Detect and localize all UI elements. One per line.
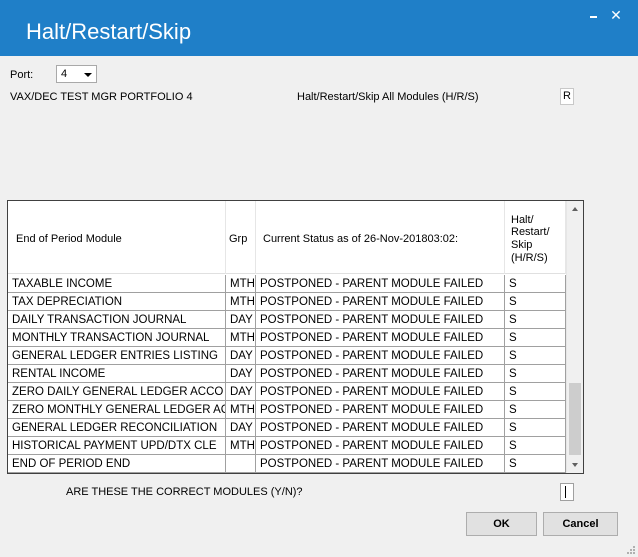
scroll-up-button[interactable] bbox=[567, 201, 583, 218]
cell-module: ZERO DAILY GENERAL LEDGER ACCO bbox=[8, 383, 226, 401]
cell-status: POSTPONED - PARENT MODULE FAILED bbox=[256, 455, 505, 473]
cell-status: POSTPONED - PARENT MODULE FAILED bbox=[256, 347, 505, 365]
header-hrs-line: Halt/ bbox=[511, 214, 534, 226]
cell-status: POSTPONED - PARENT MODULE FAILED bbox=[256, 329, 505, 347]
table-row[interactable]: GENERAL LEDGER RECONCILIATION DAY POSTPO… bbox=[8, 419, 566, 437]
cell-hrs-input[interactable]: S bbox=[505, 437, 566, 455]
table-row[interactable]: GENERAL LEDGER ENTRIES LISTING DAY POSTP… bbox=[8, 347, 566, 365]
cell-grp: MTH bbox=[226, 437, 256, 455]
arrow-down-icon bbox=[572, 463, 578, 467]
table-row[interactable]: RENTAL INCOME DAY POSTPONED - PARENT MOD… bbox=[8, 365, 566, 383]
cell-hrs-input[interactable]: S bbox=[505, 383, 566, 401]
cell-module: HISTORICAL PAYMENT UPD/DTX CLE bbox=[8, 437, 226, 455]
confirm-input[interactable] bbox=[560, 483, 574, 501]
port-value: 4 bbox=[61, 68, 68, 80]
company-label: VAX/DEC TEST MGR PORTFOLIO 4 bbox=[10, 91, 193, 103]
table-row[interactable]: TAX DEPRECIATION MTH POSTPONED - PARENT … bbox=[8, 293, 566, 311]
port-label: Port: bbox=[10, 69, 34, 81]
cell-status: POSTPONED - PARENT MODULE FAILED bbox=[256, 383, 505, 401]
scroll-thumb[interactable] bbox=[569, 383, 581, 455]
cell-hrs-input[interactable]: S bbox=[505, 347, 566, 365]
cell-grp: DAY bbox=[226, 347, 256, 365]
cell-status: POSTPONED - PARENT MODULE FAILED bbox=[256, 365, 505, 383]
cell-module: TAXABLE INCOME bbox=[8, 275, 226, 293]
minimize-icon bbox=[590, 16, 597, 18]
cell-status: POSTPONED - PARENT MODULE FAILED bbox=[256, 419, 505, 437]
header-module-label: End of Period Module bbox=[16, 233, 122, 245]
table-row[interactable]: TAXABLE INCOME MTH POSTPONED - PARENT MO… bbox=[8, 275, 566, 293]
table-row[interactable]: DAILY TRANSACTION JOURNAL DAY POSTPONED … bbox=[8, 311, 566, 329]
minimize-button[interactable] bbox=[584, 6, 604, 24]
cell-module: GENERAL LEDGER RECONCILIATION bbox=[8, 419, 226, 437]
cell-module: END OF PERIOD END bbox=[8, 455, 226, 473]
cell-grp: DAY bbox=[226, 383, 256, 401]
cell-module: ZERO MONTHLY GENERAL LEDGER AC bbox=[8, 401, 226, 419]
modules-grid: End of Period Module Grp Current Status … bbox=[7, 200, 584, 474]
cell-hrs-input[interactable]: S bbox=[505, 401, 566, 419]
arrow-up-icon bbox=[572, 207, 578, 211]
cancel-button[interactable]: Cancel bbox=[543, 512, 618, 536]
cell-hrs-input[interactable]: S bbox=[505, 455, 566, 473]
close-button[interactable]: ✕ bbox=[606, 6, 626, 24]
header-grp-label: Grp bbox=[229, 233, 248, 245]
table-row[interactable]: MONTHLY TRANSACTION JOURNAL MTH POSTPONE… bbox=[8, 329, 566, 347]
text-caret bbox=[565, 486, 566, 498]
cell-grp: MTH bbox=[226, 293, 256, 311]
cell-status: POSTPONED - PARENT MODULE FAILED bbox=[256, 437, 505, 455]
scroll-down-button[interactable] bbox=[567, 456, 583, 473]
cell-grp: DAY bbox=[226, 365, 256, 383]
confirm-question: ARE THESE THE CORRECT MODULES (Y/N)? bbox=[66, 486, 303, 498]
chevron-down-icon bbox=[84, 73, 92, 77]
cell-hrs-input[interactable]: S bbox=[505, 311, 566, 329]
header-grp[interactable]: Grp bbox=[226, 201, 256, 274]
close-icon: ✕ bbox=[610, 7, 622, 23]
grid-header: End of Period Module Grp Current Status … bbox=[8, 201, 566, 274]
header-status[interactable]: Current Status as of 26-Nov-201803:02: bbox=[256, 201, 505, 274]
all-modules-input[interactable]: R bbox=[560, 88, 574, 105]
cell-module: DAILY TRANSACTION JOURNAL bbox=[8, 311, 226, 329]
cell-hrs-input[interactable]: S bbox=[505, 329, 566, 347]
cell-grp: DAY bbox=[226, 419, 256, 437]
cell-status: POSTPONED - PARENT MODULE FAILED bbox=[256, 275, 505, 293]
resize-grip-icon[interactable] bbox=[626, 545, 636, 555]
all-modules-label: Halt/Restart/Skip All Modules (H/R/S) bbox=[297, 91, 479, 103]
cell-status: POSTPONED - PARENT MODULE FAILED bbox=[256, 311, 505, 329]
cell-hrs-input[interactable]: S bbox=[505, 365, 566, 383]
header-hrs-line: Skip bbox=[511, 239, 533, 251]
cell-module: MONTHLY TRANSACTION JOURNAL bbox=[8, 329, 226, 347]
cell-hrs-input[interactable]: S bbox=[505, 275, 566, 293]
cell-module: RENTAL INCOME bbox=[8, 365, 226, 383]
table-row[interactable]: END OF PERIOD END POSTPONED - PARENT MOD… bbox=[8, 455, 566, 473]
cell-module: TAX DEPRECIATION bbox=[8, 293, 226, 311]
title-bar: Halt/Restart/Skip ✕ bbox=[0, 0, 638, 56]
header-hrs[interactable]: Halt/ Restart/ Skip (H/R/S) bbox=[505, 201, 566, 274]
ok-button[interactable]: OK bbox=[466, 512, 537, 536]
cell-status: POSTPONED - PARENT MODULE FAILED bbox=[256, 401, 505, 419]
cell-grp: MTH bbox=[226, 329, 256, 347]
table-row[interactable]: ZERO DAILY GENERAL LEDGER ACCO DAY POSTP… bbox=[8, 383, 566, 401]
header-hrs-line: (H/R/S) bbox=[511, 252, 548, 264]
table-row[interactable]: HISTORICAL PAYMENT UPD/DTX CLE MTH POSTP… bbox=[8, 437, 566, 455]
cell-grp bbox=[226, 455, 256, 473]
cell-module: GENERAL LEDGER ENTRIES LISTING bbox=[8, 347, 226, 365]
cell-hrs-input[interactable]: S bbox=[505, 293, 566, 311]
port-select[interactable]: 4 bbox=[56, 65, 97, 83]
header-status-label: Current Status as of 26-Nov-201803:02: bbox=[263, 233, 459, 245]
cell-hrs-input[interactable]: S bbox=[505, 419, 566, 437]
header-hrs-line: Restart/ bbox=[511, 226, 550, 238]
window-title: Halt/Restart/Skip bbox=[26, 19, 192, 44]
cell-grp: DAY bbox=[226, 311, 256, 329]
cell-grp: MTH bbox=[226, 401, 256, 419]
cell-status: POSTPONED - PARENT MODULE FAILED bbox=[256, 293, 505, 311]
cell-grp: MTH bbox=[226, 275, 256, 293]
vertical-scrollbar[interactable] bbox=[566, 201, 583, 473]
header-module[interactable]: End of Period Module bbox=[8, 201, 226, 274]
table-row[interactable]: ZERO MONTHLY GENERAL LEDGER AC MTH POSTP… bbox=[8, 401, 566, 419]
